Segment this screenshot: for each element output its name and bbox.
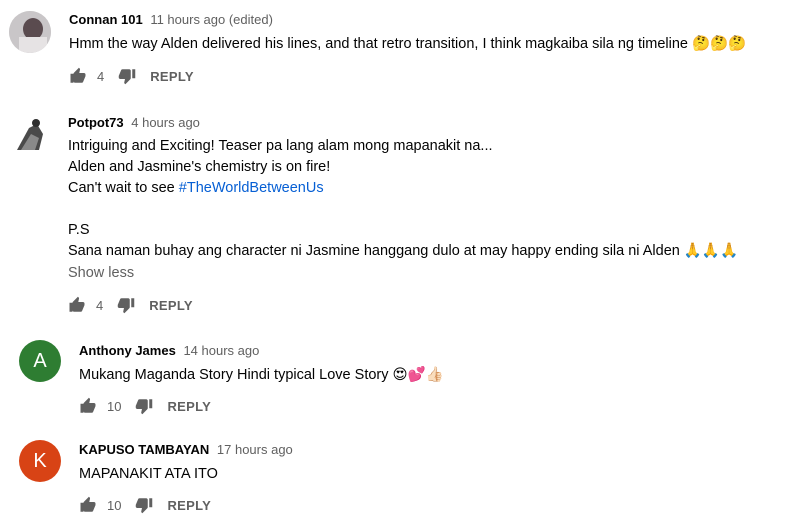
like-count: 4 [96,297,104,313]
reply-button[interactable]: REPLY [167,399,211,414]
comment-line: Sana naman buhay ang character ni Jasmin… [68,243,739,259]
show-less-link[interactable]: Show less [68,265,134,281]
hashtag-link[interactable]: #TheWorldBetweenUs [179,180,324,196]
thumbs-down-icon[interactable] [135,397,153,415]
comment-timestamp[interactable]: 17 hours ago [217,442,293,457]
comment-author[interactable]: KAPUSO TAMBAYAN [79,442,209,457]
reply-button[interactable]: REPLY [167,498,211,513]
comment-text: Hmm the way Alden delivered his lines, a… [69,34,746,55]
thumbs-down-icon[interactable] [135,496,153,514]
comment-line-text: Can't wait to see [68,180,179,196]
comment-line [68,199,738,220]
thumbs-down-icon[interactable] [117,296,135,314]
comment-timestamp[interactable]: 14 hours ago [183,343,259,358]
comment-text: Mukang Maganda Story Hindi typical Love … [79,365,444,386]
avatar-photo-icon [9,114,51,156]
avatar[interactable]: A [19,340,61,382]
avatar-letter: K [33,449,47,472]
comment-author[interactable]: Connan 101 [69,12,143,27]
like-count: 4 [97,68,105,84]
reply-button[interactable]: REPLY [149,298,193,313]
comment-line: P.S [68,222,90,238]
comment-author[interactable]: Anthony James [79,343,176,358]
thumbs-up-icon[interactable] [79,496,97,514]
comment-timestamp[interactable]: 11 hours ago (edited) [150,12,273,27]
like-count: 10 [107,398,122,414]
comment-line: Hmm the way Alden delivered his lines, a… [69,36,747,52]
thumbs-up-icon[interactable] [69,67,87,85]
comment-text: MAPANAKIT ATA ITO [79,464,218,485]
like-count: 10 [107,497,122,513]
comment-line: Alden and Jasmine's chemistry is on fire… [68,159,331,175]
reply-button[interactable]: REPLY [150,69,194,84]
comment-timestamp[interactable]: 4 hours ago [131,115,200,130]
comment-line: Intriguing and Exciting! Teaser pa lang … [68,138,493,154]
thumbs-up-icon[interactable] [68,296,86,314]
comment-author[interactable]: Potpot73 [68,115,124,130]
thumbs-up-icon[interactable] [79,397,97,415]
avatar[interactable] [9,114,51,156]
comment-line: MAPANAKIT ATA ITO [79,466,218,482]
avatar[interactable]: K [19,440,61,482]
comment-text: Intriguing and Exciting! Teaser pa lang … [68,136,738,262]
avatar-letter: A [33,349,47,372]
avatar[interactable] [9,11,51,53]
avatar-photo-icon [9,11,51,53]
comment-line: Can't wait to see #TheWorldBetweenUs [68,178,738,199]
thumbs-down-icon[interactable] [118,67,136,85]
comment-line: Mukang Maganda Story Hindi typical Love … [79,367,444,383]
